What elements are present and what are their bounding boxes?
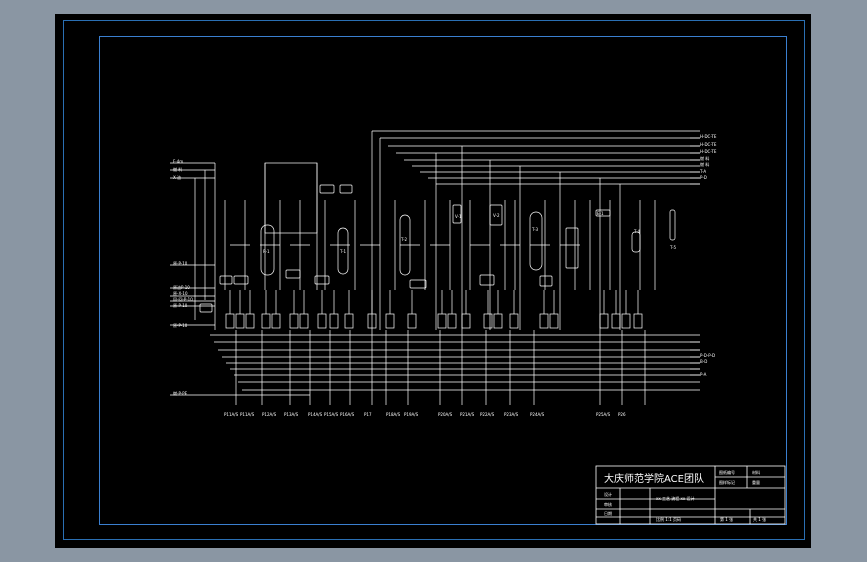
title-block-row-0: 设计 xyxy=(604,492,612,497)
title-block-tr-1: 材料 xyxy=(752,470,760,475)
title-block-tr-2: 图样标记 xyxy=(719,480,735,485)
title-block-row-1: 审核 xyxy=(604,502,612,507)
title-block-frame xyxy=(595,465,786,525)
title-block-page: 第 1 张 xyxy=(720,517,734,522)
title-block-school: 大庆师范学院ACE团队 xyxy=(604,474,704,485)
title-block-tr-0: 图纸编号 xyxy=(719,470,735,475)
title-block-tr-3: 重量 xyxy=(752,480,760,485)
title-block-scale: 比例 1:1 页码 xyxy=(656,517,681,522)
title-block-sheet: 共 1 张 xyxy=(753,517,767,522)
title-block-row-2: 日期 xyxy=(604,511,612,516)
title-block-drawing-name: xx 工艺 流程 xx 设计 xyxy=(656,496,695,501)
